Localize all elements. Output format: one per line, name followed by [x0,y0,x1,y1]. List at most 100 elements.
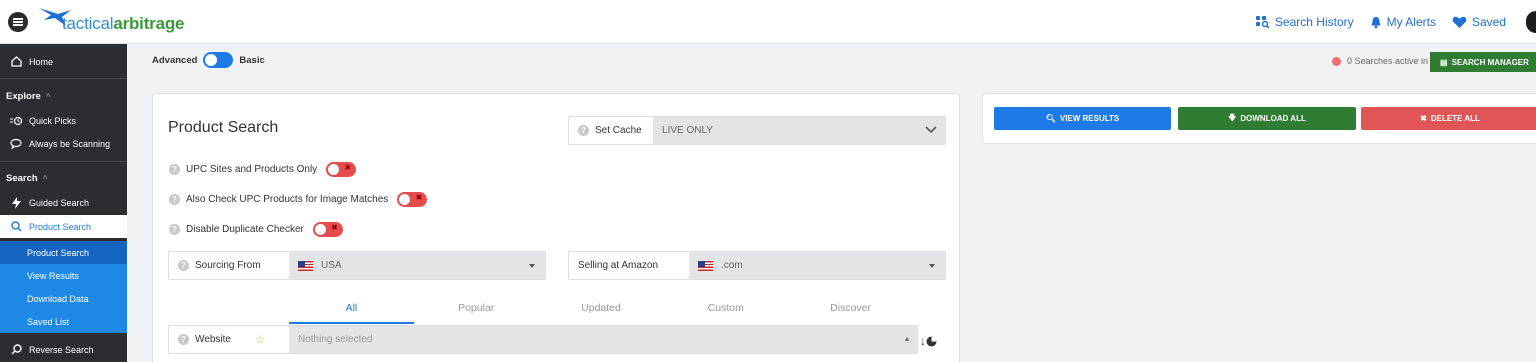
close-icon: ✖ [1420,114,1427,123]
mode-advanced-label: Advanced [152,54,198,66]
sidebar: Home Explore ^ Quick Picks Always be Scan… [0,44,127,362]
sidebar-subitem-view-results[interactable]: View Results [0,264,127,287]
sort-icons[interactable]: ↓ [920,334,937,348]
sidebar-subitem-label: Product Search [27,247,90,258]
tab-popular[interactable]: Popular [414,296,539,324]
website-tabs: All Popular Updated Custom Discover [289,296,913,324]
option-label: Disable Duplicate Checker [186,224,304,235]
option-label: UPC Sites and Products Only [186,164,318,175]
sidebar-item-quick-picks[interactable]: Quick Picks [0,109,127,132]
help-icon[interactable]: ? [169,164,180,175]
help-icon[interactable]: ? [178,260,189,271]
mode-toggle-bar: Advanced Basic [152,52,265,68]
sidebar-item-label: Guided Search [29,197,90,208]
pie-chart-icon [926,336,937,346]
sidebar-subitem-saved-list[interactable]: Saved List [0,310,127,333]
searches-active-text: 0 Searches active in [1346,56,1428,66]
divider [0,78,127,79]
website-field: ? Website ☆ Nothing selected ▴ [168,325,918,354]
sidebar-section-search[interactable]: Search ^ [6,173,47,184]
option-upc-sites: ? UPC Sites and Products Only [169,162,357,177]
top-bar: tacticalarbitrage Search History My Aler… [0,0,1536,44]
chevron-up-icon: ^ [45,92,51,101]
tab-all[interactable]: All [289,296,414,324]
view-results-label: VIEW RESULTS [1059,114,1120,123]
download-icon: 🡇 [1228,112,1237,122]
set-cache-select[interactable]: LIVE ONLY [653,117,945,144]
logo-text-bold: arbitrage [113,14,185,33]
mode-switch[interactable] [203,52,234,68]
download-all-label: DOWNLOAD ALL [1240,114,1306,123]
reverse-search-icon [10,344,22,356]
download-all-button[interactable]: 🡇 DOWNLOAD ALL [1178,107,1356,130]
bolt-icon [10,196,22,209]
section-label: Explore [6,91,41,102]
duplicate-checker-toggle[interactable] [312,222,343,237]
option-label: Also Check UPC Products for Image Matche… [186,194,389,205]
help-icon[interactable]: ? [169,224,180,235]
delete-all-label: DELETE ALL [1430,114,1480,123]
sidebar-item-reverse-search[interactable]: Reverse Search [0,338,127,361]
sidebar-item-guided-search[interactable]: Guided Search [0,191,127,214]
mode-basic-label: Basic [239,54,265,66]
help-icon[interactable]: ? [169,194,180,205]
star-icon[interactable]: ☆ [255,333,265,346]
tab-custom[interactable]: Custom [663,296,788,324]
sidebar-section-explore[interactable]: Explore ^ [6,91,51,102]
website-label: Website [195,334,231,345]
search-history-label: Search History [1274,15,1354,29]
menu-icon[interactable] [8,12,28,32]
sidebar-subitem-download-data[interactable]: Download Data [0,287,127,310]
sourcing-label: Sourcing From [195,260,261,271]
sourcing-select[interactable]: USA [289,252,545,279]
help-icon[interactable]: ? [578,125,589,136]
sidebar-subitem-product-search[interactable]: Product Search [0,241,127,264]
search-manager-button[interactable]: ▤ SEARCH MANAGER [1430,52,1536,72]
bird-icon [39,8,71,26]
search-icon: 🔍︎ [1045,114,1056,123]
tab-discover[interactable]: Discover [788,296,913,324]
sidebar-subitem-label: Download Data [27,293,89,304]
logo[interactable]: tacticalarbitrage [38,6,184,38]
upc-sites-toggle[interactable] [326,162,357,177]
saved-link[interactable]: Saved [1452,15,1506,29]
caret-down-icon [529,263,535,268]
delete-all-button[interactable]: ✖ DELETE ALL [1361,107,1536,130]
quick-picks-icon [10,115,22,127]
selling-value: .com [721,260,743,271]
image-matches-toggle[interactable] [397,192,428,207]
search-history-icon [1255,15,1270,28]
us-flag-icon [698,260,713,271]
chevron-down-icon [925,126,937,134]
search-history-link[interactable]: Search History [1255,15,1354,29]
heart-icon [1452,16,1467,28]
sidebar-subitem-label: Saved List [27,316,70,327]
website-select[interactable]: Nothing selected ▴ [289,326,917,353]
selling-label: Selling at Amazon [578,260,659,271]
actions-card: 🔍︎ VIEW RESULTS 🡇 DOWNLOAD ALL ✖ DELETE ALL [982,93,1536,144]
sidebar-item-label: Reverse Search [29,344,94,355]
selling-at-field: Selling at Amazon .com [568,251,946,280]
section-label: Search [6,173,38,184]
sidebar-item-label: Product Search [29,221,92,232]
caret-up-icon: ▴ [904,334,909,343]
my-alerts-label: My Alerts [1386,15,1436,29]
sidebar-item-product-search[interactable]: Product Search [0,215,127,238]
set-cache-value: LIVE ONLY [662,125,713,136]
help-icon[interactable]: ? [178,334,189,345]
home-icon [10,56,22,68]
sourcing-from-field: ? Sourcing From USA [168,251,546,280]
avatar[interactable] [1526,11,1536,33]
search-status: 0 Searches active in [1331,56,1428,66]
search-manager-label: SEARCH MANAGER [1451,57,1529,67]
sidebar-item-home[interactable]: Home [0,50,127,73]
selling-select[interactable]: .com [689,252,945,279]
page-title: Product Search [168,119,279,136]
caret-down-icon [929,263,935,268]
tab-updated[interactable]: Updated [539,296,664,324]
view-results-button[interactable]: 🔍︎ VIEW RESULTS [994,107,1171,130]
my-alerts-link[interactable]: My Alerts [1370,15,1436,29]
bell-icon [1371,16,1381,28]
sidebar-item-always-scanning[interactable]: Always be Scanning [0,132,127,155]
website-placeholder: Nothing selected [298,334,373,345]
